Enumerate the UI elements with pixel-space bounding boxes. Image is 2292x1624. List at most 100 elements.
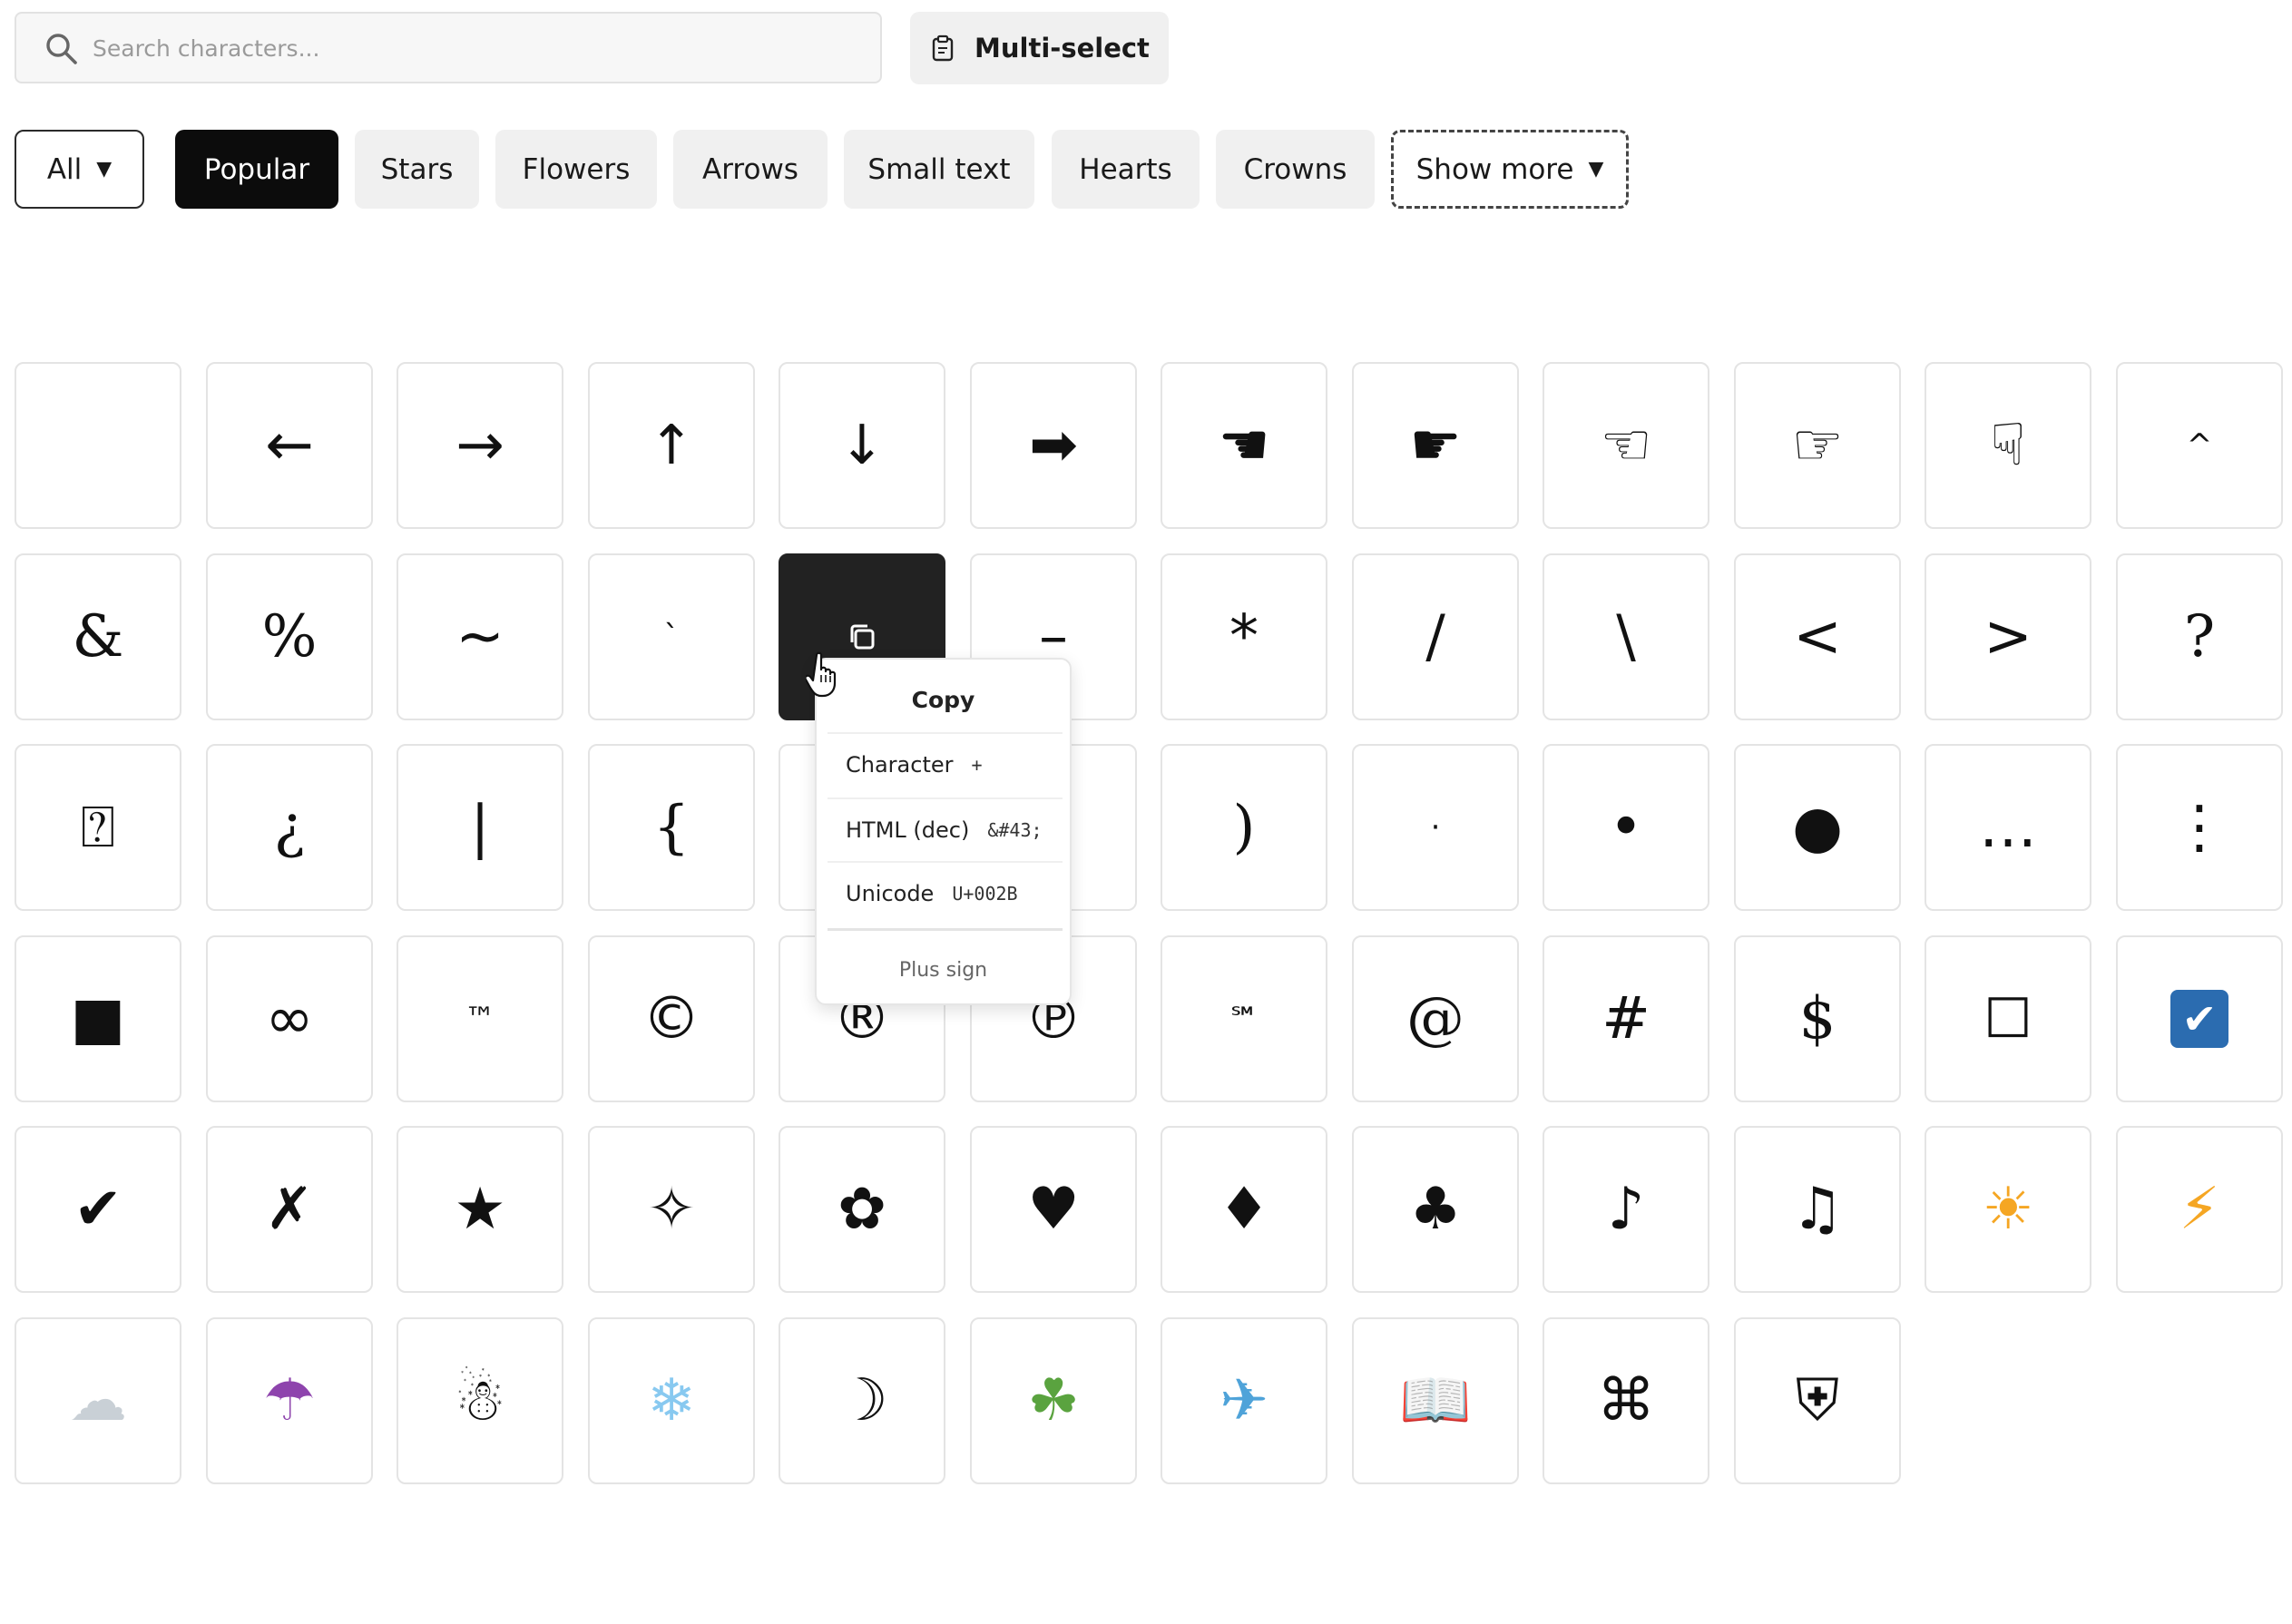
filter-chip-arrows[interactable]: Arrows	[673, 130, 828, 209]
character-tile[interactable]: ⚡	[2116, 1126, 2283, 1293]
character-tile[interactable]: ✿	[779, 1126, 945, 1293]
character-tile[interactable]: ←	[206, 362, 373, 529]
character-glyph: ↑	[648, 414, 695, 477]
character-tile[interactable]: |	[397, 744, 563, 911]
character-glyph: &	[72, 603, 124, 670]
character-tile[interactable]: ⌘	[1543, 1317, 1709, 1484]
filter-all-dropdown[interactable]: All ▼	[15, 130, 144, 209]
character-tile[interactable]: ©	[588, 935, 755, 1102]
character-tile[interactable]: ♪	[1543, 1126, 1709, 1293]
filter-chip-label: Popular	[203, 152, 310, 186]
checkbox-icon: ✔	[2170, 990, 2228, 1048]
character-glyph: ☟	[1990, 412, 2026, 479]
multi-select-button[interactable]: Multi-select	[910, 12, 1169, 84]
character-tile[interactable]: •	[1543, 744, 1709, 911]
show-more-button[interactable]: Show more ▼	[1391, 130, 1629, 209]
character-tile[interactable]: &	[15, 553, 181, 720]
character-tile[interactable]: ☁	[15, 1317, 181, 1484]
character-tile[interactable]: ■	[15, 935, 181, 1102]
search-box[interactable]	[15, 12, 882, 83]
character-glyph: `	[663, 619, 680, 655]
character-glyph: ★	[454, 1176, 506, 1243]
character-tile[interactable]: ✈	[1161, 1317, 1327, 1484]
character-tile[interactable]: ☐	[1925, 935, 2091, 1102]
character-tile[interactable]: *	[1161, 553, 1327, 720]
character-tile[interactable]: ➡	[970, 362, 1137, 529]
character-glyph: ☀	[1982, 1176, 2034, 1243]
filter-chip-small-text[interactable]: Small text	[844, 130, 1034, 209]
character-tile[interactable]: ™	[397, 935, 563, 1102]
character-tile[interactable]: ☘	[970, 1317, 1137, 1484]
character-tile[interactable]	[15, 362, 181, 529]
character-tile[interactable]: /	[1352, 553, 1519, 720]
character-tile[interactable]: ♦	[1161, 1126, 1327, 1293]
character-tile[interactable]: ★	[397, 1126, 563, 1293]
character-glyph: ♫	[1791, 1176, 1844, 1243]
character-tile[interactable]: \	[1543, 553, 1709, 720]
character-glyph: ℠	[1228, 1001, 1260, 1037]
character-tile[interactable]: ?	[2116, 553, 2283, 720]
character-tile[interactable]: ·	[1352, 744, 1519, 911]
character-tile[interactable]: ⛨	[1734, 1317, 1901, 1484]
character-tile[interactable]: ✧	[588, 1126, 755, 1293]
character-tile[interactable]: ☜	[1543, 362, 1709, 529]
copy-row-label: Character	[846, 752, 954, 778]
character-tile[interactable]: ⋮	[2116, 744, 2283, 911]
character-tile[interactable]: ✗	[206, 1126, 373, 1293]
character-tile[interactable]: ♫	[1734, 1126, 1901, 1293]
character-tile[interactable]: ☛	[1352, 362, 1519, 529]
filter-chip-flowers[interactable]: Flowers	[495, 130, 657, 209]
character-tile[interactable]: ✔	[15, 1126, 181, 1293]
character-glyph: ☜	[1600, 412, 1652, 479]
character-tile[interactable]: ●	[1734, 744, 1901, 911]
filter-chip-popular[interactable]: Popular	[175, 130, 338, 209]
character-tile[interactable]: >	[1925, 553, 2091, 720]
character-tile[interactable]: <	[1734, 553, 1901, 720]
filter-chip-hearts[interactable]: Hearts	[1052, 130, 1200, 209]
character-glyph: ❄	[647, 1367, 696, 1434]
copy-html-dec-row[interactable]: HTML (dec) &#43;	[828, 797, 1063, 861]
character-tile[interactable]: ↑	[588, 362, 755, 529]
character-tile[interactable]: ^	[2116, 362, 2283, 529]
character-tile[interactable]: ℠	[1161, 935, 1327, 1102]
multi-select-label: Multi-select	[975, 33, 1150, 64]
character-tile[interactable]: `	[588, 553, 755, 720]
popover-title: Copy	[911, 687, 975, 713]
character-tile[interactable]: ⍰	[15, 744, 181, 911]
character-tile[interactable]: ❄	[588, 1317, 755, 1484]
character-tile[interactable]: ♣	[1352, 1126, 1519, 1293]
character-tile[interactable]: ~	[397, 553, 563, 720]
character-tile[interactable]: %	[206, 553, 373, 720]
character-glyph: ■	[70, 985, 126, 1052]
character-glyph: …	[1979, 794, 2037, 861]
filter-chip-label: Small text	[867, 152, 1011, 186]
character-tile[interactable]: ☚	[1161, 362, 1327, 529]
search-input[interactable]	[93, 24, 855, 72]
character-tile[interactable]: ☃	[397, 1317, 563, 1484]
character-tile[interactable]: ☽	[779, 1317, 945, 1484]
character-tile[interactable]: ☟	[1925, 362, 2091, 529]
character-tile[interactable]: )	[1161, 744, 1327, 911]
character-tile[interactable]: @	[1352, 935, 1519, 1102]
character-tile[interactable]: ♥	[970, 1126, 1137, 1293]
character-tile[interactable]: #	[1543, 935, 1709, 1102]
character-tile[interactable]: ¿	[206, 744, 373, 911]
character-tile[interactable]: {	[588, 744, 755, 911]
character-tile[interactable]: …	[1925, 744, 2091, 911]
character-tile[interactable]: ✔	[2116, 935, 2283, 1102]
character-glyph: ♦	[1218, 1176, 1270, 1243]
character-tile[interactable]: 📖	[1352, 1317, 1519, 1484]
character-tile[interactable]: $	[1734, 935, 1901, 1102]
character-tile[interactable]: ☀	[1925, 1126, 2091, 1293]
character-glyph: ☘	[1027, 1367, 1080, 1434]
character-tile[interactable]: ☞	[1734, 362, 1901, 529]
filter-chip-stars[interactable]: Stars	[355, 130, 479, 209]
character-tile[interactable]: ∞	[206, 935, 373, 1102]
filter-chip-crowns[interactable]: Crowns	[1216, 130, 1375, 209]
copy-unicode-row[interactable]: Unicode U+002B	[828, 861, 1063, 925]
copy-character-row[interactable]: Character +	[828, 732, 1063, 796]
character-tile[interactable]: →	[397, 362, 563, 529]
copy-row-value: U+002B	[952, 883, 1018, 905]
character-tile[interactable]: ↓	[779, 362, 945, 529]
character-tile[interactable]: ☂	[206, 1317, 373, 1484]
